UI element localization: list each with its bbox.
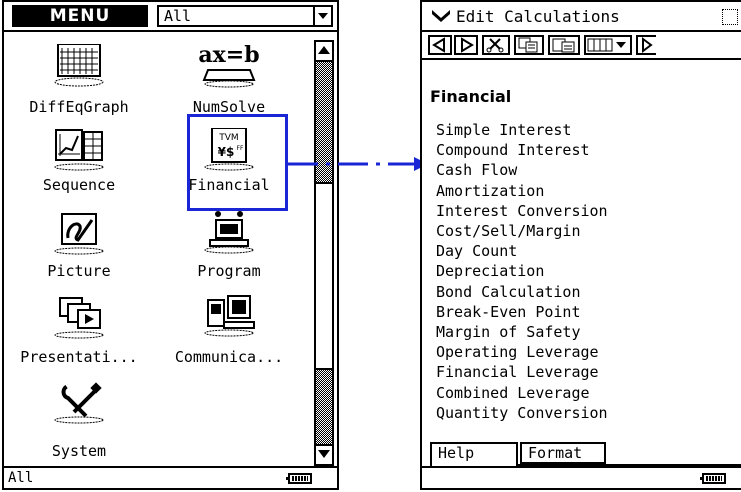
numsolve-icon-text: ax=b [198, 42, 259, 68]
scroll-thumb[interactable] [316, 182, 332, 370]
list-item[interactable]: Amortization [436, 181, 608, 201]
close-icon[interactable] [722, 9, 738, 25]
keyboard-menu-button[interactable] [584, 35, 632, 55]
link-arrow-icon [288, 157, 428, 171]
chevron-down-icon[interactable] [432, 10, 450, 22]
status-bar [422, 466, 741, 488]
window-title[interactable]: Edit Calculations [456, 7, 620, 26]
toolbar [422, 32, 741, 60]
list-item[interactable]: Day Count [436, 241, 608, 261]
menu-bar: MENU All [4, 2, 337, 32]
category-select[interactable]: All [157, 5, 333, 27]
financial-highlight [187, 114, 288, 211]
content-area: Financial Simple Interest Compound Inter… [422, 60, 741, 440]
paste-icon [552, 38, 575, 53]
list-item[interactable]: Compound Interest [436, 140, 608, 160]
list-item[interactable]: Break-Even Point [436, 302, 608, 322]
list-item[interactable]: Operating Leverage [436, 342, 608, 362]
page-title: Financial [430, 87, 512, 106]
app-grid: DiffEqGraph ax=b NumSolve Sequence TVM ¥… [4, 32, 312, 466]
scroll-down-arrow-icon[interactable] [316, 444, 332, 464]
cut-button[interactable] [482, 35, 510, 55]
list-item[interactable]: Cash Flow [436, 160, 608, 180]
list-item[interactable]: Financial Leverage [436, 362, 608, 382]
communication-icon [204, 295, 255, 337]
toolbar-scroll-right-button[interactable] [636, 35, 656, 55]
tab-strip: Help Format [422, 440, 741, 466]
list-item[interactable]: Margin of Safety [436, 322, 608, 342]
category-value: All [164, 7, 192, 25]
list-item[interactable]: Interest Conversion [436, 201, 608, 221]
app-label: Sequence [42, 176, 116, 194]
app-label: DiffEqGraph [29, 98, 129, 116]
battery-icon [286, 473, 312, 484]
list-item[interactable]: Depreciation [436, 261, 608, 281]
diffeqgraph-icon [54, 44, 104, 87]
app-label: System [51, 442, 107, 460]
scroll-track[interactable] [316, 62, 332, 444]
calculation-list: Simple Interest Compound Interest Cash F… [436, 120, 608, 423]
paste-button[interactable] [548, 35, 580, 55]
title-bar: Edit Calculations [422, 2, 741, 32]
tab-format[interactable]: Format [520, 442, 606, 464]
back-arrow-icon [432, 37, 445, 53]
list-item[interactable]: Simple Interest [436, 120, 608, 140]
picture-icon [54, 213, 104, 255]
list-item[interactable]: Bond Calculation [436, 282, 608, 302]
app-label: Program [197, 262, 261, 280]
system-icon [54, 382, 104, 424]
list-item[interactable]: Cost/Sell/Margin [436, 221, 608, 241]
scissors-icon [486, 38, 504, 53]
keyboard-icon [587, 38, 626, 52]
chevron-down-icon[interactable] [313, 7, 331, 25]
menu-screen: MENU All DiffEqGraph ax=b NumSolve Seque… [2, 0, 339, 490]
menu-scrollbar[interactable] [314, 40, 334, 466]
status-bar: All [4, 466, 337, 488]
presentation-icon [54, 297, 104, 339]
financial-screen: Edit Calculations Financial Simple Inter… [420, 0, 741, 490]
forward-button[interactable] [454, 35, 478, 55]
app-label: Presentati... [20, 348, 138, 366]
list-item[interactable]: Combined Leverage [436, 383, 608, 403]
app-label: Communica... [174, 348, 284, 366]
forward-arrow-icon [461, 37, 474, 53]
numsolve-icon: ax=b [198, 42, 260, 88]
scroll-up-arrow-icon[interactable] [316, 42, 332, 62]
chevron-right-icon [642, 37, 653, 53]
list-item[interactable]: Quantity Conversion [436, 403, 608, 423]
sequence-icon [54, 129, 104, 171]
battery-icon [700, 473, 726, 484]
status-category: All [8, 470, 34, 486]
app-label: Picture [47, 262, 111, 280]
program-icon [204, 211, 254, 254]
copy-button[interactable] [514, 35, 544, 55]
back-button[interactable] [428, 35, 452, 55]
copy-icon [518, 37, 538, 53]
tab-help[interactable]: Help [430, 442, 518, 466]
menu-title[interactable]: MENU [12, 5, 148, 27]
